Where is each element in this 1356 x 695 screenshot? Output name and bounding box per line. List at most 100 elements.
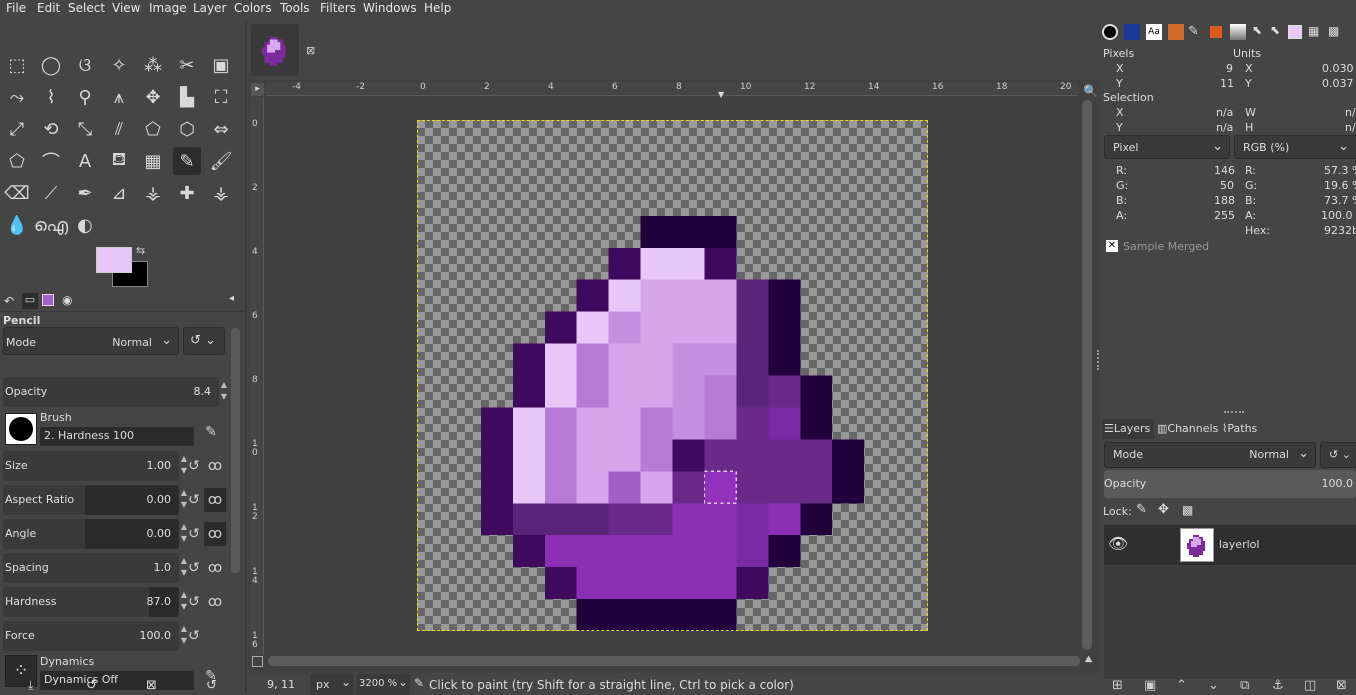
unit-dropdown[interactable]: px ⌄ — [310, 674, 354, 695]
raise-layer-icon[interactable]: ⌃ — [1176, 678, 1187, 693]
tab-channels[interactable]: ▥Channels — [1157, 422, 1218, 435]
ellipse-select-icon[interactable]: ◯ — [37, 51, 65, 79]
duplicate-layer-icon[interactable]: ⧉ — [1240, 678, 1249, 693]
menu-filters[interactable]: Filters — [320, 1, 356, 15]
cage-transform-icon[interactable]: ⬠ — [3, 147, 31, 175]
horizontal-ruler[interactable]: -4 -2 0 2 4 6 8 10 12 14 16 18 20 — [266, 82, 1078, 96]
palette-tab-icon[interactable] — [1210, 26, 1222, 38]
tab-layers[interactable]: ☰Layers — [1102, 419, 1154, 439]
mask-layer-icon[interactable]: ◫ — [1304, 678, 1316, 693]
scissors-select-icon[interactable]: ✂ — [173, 51, 201, 79]
lock-alpha-icon[interactable]: ▩ — [1182, 503, 1193, 517]
menu-edit[interactable]: Edit — [37, 1, 60, 15]
navigate-icon[interactable]: ⯅ — [1083, 652, 1094, 668]
text-tool-icon[interactable]: A — [71, 147, 99, 175]
spacing-reset-icon[interactable]: ↺ — [184, 558, 204, 578]
layer-mode-reset-button[interactable]: ↺ ⌄ — [1320, 442, 1356, 468]
clone-tool-icon[interactable]: ⚶ — [139, 179, 167, 207]
horizontal-scrollbar[interactable] — [268, 656, 1080, 666]
font-tab-icon[interactable]: Aa — [1146, 24, 1162, 40]
scale-tool-icon[interactable]: ⤡ — [71, 115, 99, 143]
smudge-tool-icon[interactable]: ഐ — [34, 211, 68, 239]
angle-slider[interactable]: Angle 0.00 ▲ ▼ — [3, 519, 187, 549]
zoom-icon[interactable]: 🔍 — [1083, 84, 1098, 98]
lock-position-icon[interactable]: ✥ — [1158, 502, 1169, 517]
menu-view[interactable]: View — [112, 1, 140, 15]
menu-file[interactable]: File — [6, 1, 26, 15]
toggle-mask-icon[interactable] — [252, 656, 263, 667]
menu-help[interactable]: Help — [424, 1, 451, 15]
force-slider[interactable]: Force 100.0 ▲ ▼ — [3, 621, 187, 651]
foreground-color-swatch[interactable] — [96, 247, 132, 273]
color-mode-dropdown-2[interactable]: RGB (%) ⌄ — [1234, 135, 1356, 159]
dodge-burn-icon[interactable]: ◐ — [71, 211, 99, 239]
menu-windows[interactable]: Windows — [363, 1, 417, 15]
pencil-tool-icon[interactable]: ✎ — [173, 147, 201, 175]
sample-merged-checkbox[interactable]: ✕ — [1106, 240, 1118, 252]
save-options-icon[interactable]: ⤓ — [28, 678, 33, 693]
restore-options-icon[interactable]: ↺ — [86, 678, 97, 693]
brushes-tab-icon[interactable] — [42, 294, 54, 306]
mode-dropdown[interactable]: Mode Normal ⌄ — [3, 327, 179, 355]
menu-layer[interactable]: Layer — [193, 1, 226, 15]
crop-tool-icon[interactable]: ⛶ — [207, 83, 235, 111]
tab-paths[interactable]: ⌇Paths — [1222, 422, 1257, 435]
edit-brush-icon[interactable]: ✎ — [201, 422, 221, 442]
tool-options-scrollbar[interactable] — [231, 328, 240, 573]
warp-transform-icon[interactable]: ⌒ — [37, 147, 65, 175]
heal-tool-icon[interactable]: ✚ — [173, 179, 201, 207]
spacing-link-icon[interactable]: ꝏ — [205, 558, 225, 578]
force-reset-icon[interactable]: ↺ — [184, 626, 204, 646]
new-group-icon[interactable]: ▣ — [1144, 678, 1156, 693]
color-picker-icon[interactable]: ⌇ — [37, 83, 65, 111]
brush-preview[interactable] — [5, 413, 37, 445]
undo-history-tab-icon[interactable]: ↶ — [4, 294, 14, 308]
delete-layer-icon[interactable]: ⊠ — [1336, 678, 1347, 693]
size-slider[interactable]: Size 1.00 ▲ ▼ — [3, 451, 187, 481]
measure-tool-icon[interactable]: ⩚ — [105, 83, 133, 111]
document-tab-icon[interactable] — [1168, 24, 1184, 40]
eye-icon[interactable]: 👁 — [1108, 534, 1128, 553]
shear-tool-icon[interactable]: ⫽ — [105, 115, 133, 143]
bucket-fill-icon[interactable]: ⛾ — [105, 147, 133, 175]
zoom-tool-icon[interactable]: ⚲ — [71, 83, 99, 111]
delete-options-icon[interactable]: ⊠ — [146, 678, 157, 693]
opacity-slider[interactable]: Opacity 8.4 ▲ ▼ — [3, 377, 227, 407]
mode-reset-button[interactable]: ↺ ⌄ — [183, 327, 225, 355]
rotate-tool-icon[interactable]: ⟲ — [37, 115, 65, 143]
flip-tool-icon[interactable]: ⇔ — [207, 115, 235, 143]
quick-mask-corner[interactable]: ▸ — [251, 83, 264, 96]
3d-transform-icon[interactable]: ⬡ — [173, 115, 201, 143]
color-mode-dropdown-1[interactable]: Pixel ⌄ — [1104, 135, 1230, 159]
pattern-tab-icon[interactable]: ▩ — [1328, 24, 1339, 38]
hardness-reset-icon[interactable]: ↺ — [184, 592, 204, 612]
sample-tab-icon[interactable] — [1288, 25, 1302, 39]
by-color-select-icon[interactable]: ⁂ — [139, 51, 167, 79]
pointer-active-tab-icon[interactable]: ⬉ — [1270, 23, 1280, 37]
new-layer-icon[interactable]: ⊞ — [1112, 678, 1123, 693]
grid-tab-icon[interactable]: ▦ — [1308, 24, 1319, 38]
foreground-select-icon[interactable]: ▣ — [207, 51, 235, 79]
brush-name-field[interactable]: 2. Hardness 100 — [40, 427, 194, 446]
perspective-clone-icon[interactable]: ⚶ — [207, 179, 235, 207]
tool-options-tab-icon[interactable]: ▭ — [22, 293, 38, 309]
zoom-dropdown[interactable]: 3200 % ⌄ — [356, 674, 410, 695]
swap-colors-icon[interactable]: ⇆ — [136, 244, 145, 257]
layer-mode-dropdown[interactable]: Mode Normal ⌄ — [1104, 442, 1316, 468]
menu-tools[interactable]: Tools — [280, 1, 310, 15]
anchor-layer-icon[interactable]: ⚓ — [1272, 678, 1284, 693]
aspect-ratio-slider[interactable]: Aspect Ratio 0.00 ▲ ▼ — [3, 485, 187, 515]
layer-name[interactable]: layerlol — [1219, 538, 1259, 551]
dynamics-name-field[interactable]: Dynamics Off — [40, 671, 194, 690]
airbrush-tool-icon[interactable]: ⟋ — [37, 179, 65, 207]
image-tab[interactable] — [251, 24, 299, 76]
lock-pixels-icon[interactable]: ✎ — [1136, 502, 1147, 517]
right-pane-splitter[interactable] — [1097, 350, 1100, 370]
reset-options-icon[interactable]: ↺ — [206, 678, 217, 693]
brush-tab-icon[interactable]: ✎ — [1188, 24, 1199, 39]
hardness-slider[interactable]: Hardness 87.0 ▲ ▼ — [3, 587, 187, 617]
blur-tool-icon[interactable]: 💧 — [3, 211, 31, 239]
images-tab-icon[interactable]: ◉ — [62, 293, 72, 307]
eraser-tool-icon[interactable]: ⌫ — [3, 179, 31, 207]
vertical-ruler[interactable]: 0 2 4 6 8 1 0 1 2 1 4 1 6 — [250, 97, 264, 655]
